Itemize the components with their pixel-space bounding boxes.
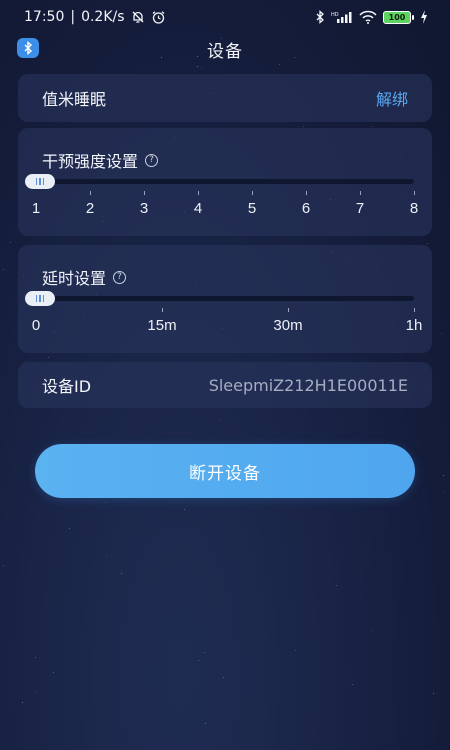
delay-slider[interactable]: [25, 291, 414, 306]
intensity-slider-thumb[interactable]: [25, 174, 55, 189]
delay-title: 延时设置: [42, 269, 107, 288]
star-dot: [372, 630, 373, 631]
slider-tick-mark: [414, 191, 415, 195]
slider-tick-mark: [306, 191, 307, 195]
page-header: 设备: [0, 34, 450, 64]
slider-tick-label: 7: [355, 200, 365, 217]
star-dot: [121, 573, 122, 574]
star-dot: [69, 528, 70, 529]
hd-signal-icon: HD: [331, 10, 353, 24]
device-card: 值米睡眠 解绑: [18, 74, 432, 122]
slider-tick-label: 4: [193, 200, 203, 217]
star-dot: [35, 692, 36, 693]
slider-tick-label: 1h: [405, 317, 423, 334]
slider-tick-mark: [198, 191, 199, 195]
delay-title-row: 延时设置 ?: [42, 265, 408, 289]
status-left: 17:50 | 0.2K/s: [24, 9, 166, 25]
slider-tick-label: 2: [85, 200, 95, 217]
slider-tick-mark: [90, 191, 91, 195]
slider-tick-label: 8: [409, 200, 419, 217]
slider-tick-mark: [252, 191, 253, 195]
device-id-card: 设备ID SleepmiZ212H1E00011E: [18, 362, 432, 408]
star-dot: [61, 123, 62, 124]
intensity-title: 干预强度设置: [42, 152, 139, 171]
status-network-speed: 0.2K/s: [81, 9, 125, 25]
slider-tick-mark: [414, 308, 415, 312]
star-dot: [3, 269, 4, 270]
question-circle-icon[interactable]: ?: [113, 270, 127, 284]
svg-text:HD: HD: [331, 12, 339, 18]
star-dot: [427, 243, 428, 244]
star-dot: [443, 475, 444, 476]
star-dot: [204, 652, 205, 653]
star-dot: [53, 672, 54, 673]
star-dot: [205, 723, 206, 724]
unbind-button[interactable]: 解绑: [376, 86, 408, 110]
delay-setting-card: 延时设置 ? 0 15m 30m 1h: [18, 245, 432, 353]
star-dot: [441, 333, 442, 334]
device-name: 值米睡眠: [42, 90, 107, 109]
star-dot: [201, 67, 202, 68]
status-separator: |: [70, 9, 76, 25]
star-dot: [35, 657, 36, 658]
star-dot: [105, 502, 106, 503]
mute-bell-icon: [131, 10, 145, 24]
intensity-slider[interactable]: [25, 174, 414, 189]
star-dot: [184, 509, 185, 510]
star-dot: [22, 702, 23, 703]
bluetooth-icon: [315, 10, 325, 24]
question-circle-icon[interactable]: ?: [145, 153, 159, 167]
status-time: 17:50: [24, 9, 65, 25]
star-dot: [372, 126, 373, 127]
star-dot: [223, 677, 224, 678]
disconnect-button[interactable]: 断开设备: [35, 444, 415, 498]
wifi-icon: [359, 10, 377, 24]
slider-tick-label: 0: [31, 317, 41, 334]
star-dot: [336, 585, 337, 586]
star-dot: [443, 492, 444, 493]
star-dot: [106, 555, 107, 556]
page-title: 设备: [207, 41, 243, 62]
slider-tick-label: 1: [31, 200, 41, 217]
slider-tick-mark: [360, 191, 361, 195]
star-dot: [198, 660, 199, 661]
bluetooth-icon[interactable]: [17, 38, 39, 58]
alarm-icon: [151, 10, 166, 25]
slider-tick-mark: [144, 191, 145, 195]
star-dot: [3, 565, 4, 566]
star-dot: [10, 242, 11, 243]
star-dot: [279, 64, 280, 65]
star-dot: [433, 693, 434, 694]
delay-slider-thumb[interactable]: [25, 291, 55, 306]
device-id-value: SleepmiZ212H1E00011E: [208, 375, 408, 395]
star-dot: [48, 357, 49, 358]
device-id-label: 设备ID: [42, 377, 92, 396]
intensity-title-row: 干预强度设置 ?: [42, 148, 408, 172]
star-dot: [303, 126, 304, 127]
slider-tick-mark: [288, 308, 289, 312]
slider-tick-label: 3: [139, 200, 149, 217]
slider-tick-mark: [162, 308, 163, 312]
star-dot: [295, 650, 296, 651]
star-dot: [219, 419, 220, 420]
slider-tick-label: 15m: [147, 317, 177, 334]
status-bar: 17:50 | 0.2K/s HD 100: [0, 0, 450, 34]
intensity-setting-card: 干预强度设置 ? 1 2 3 4 5 6 7 8: [18, 128, 432, 236]
star-dot: [197, 66, 198, 67]
slider-tick-label: 5: [247, 200, 257, 217]
star-dot: [352, 684, 353, 685]
slider-tick-label: 30m: [273, 317, 303, 334]
status-right: HD 100: [315, 10, 428, 24]
slider-tick-label: 6: [301, 200, 311, 217]
battery-icon: 100: [383, 10, 414, 24]
charging-icon: [420, 10, 428, 24]
